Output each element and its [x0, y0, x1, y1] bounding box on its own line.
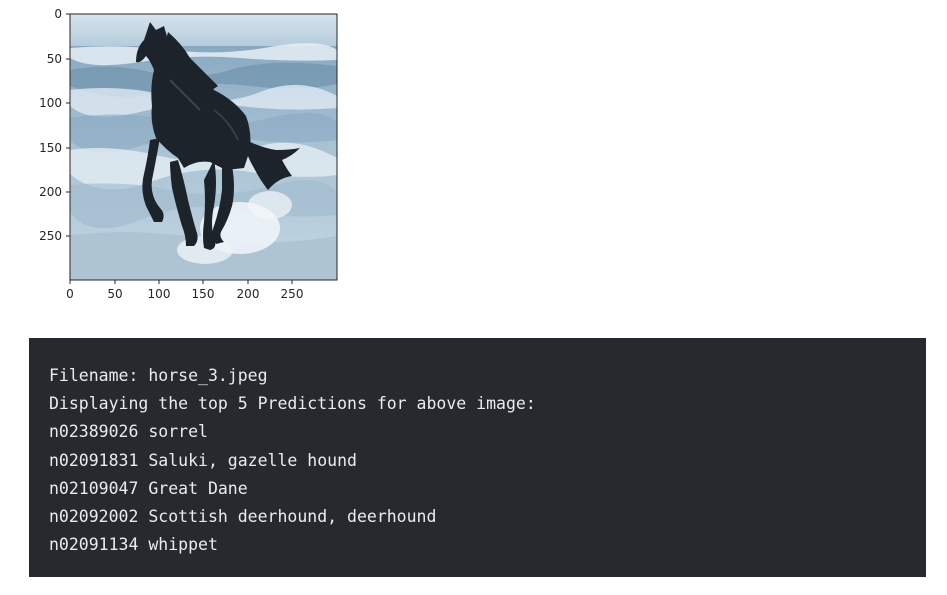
prediction-line: n02109047 Great Dane — [49, 478, 248, 498]
x-axis: 0 50 100 150 200 250 — [66, 280, 303, 301]
xtick-label: 250 — [281, 287, 304, 301]
horse-image — [70, 14, 337, 280]
xtick-label: 200 — [237, 287, 260, 301]
ytick-label: 200 — [39, 185, 62, 199]
ytick-label: 0 — [54, 7, 62, 21]
xtick-label: 50 — [107, 287, 122, 301]
y-axis: 0 50 100 150 200 250 — [39, 7, 70, 243]
ytick-label: 150 — [39, 141, 62, 155]
xtick-label: 0 — [66, 287, 74, 301]
prediction-line: n02091134 whippet — [49, 535, 218, 555]
ytick-label: 50 — [47, 52, 62, 66]
prediction-line: n02091831 Saluki, gazelle hound — [49, 450, 357, 470]
stdout-block: Filename: horse_3.jpeg Displaying the to… — [29, 338, 926, 577]
xtick-label: 100 — [148, 287, 171, 301]
xtick-label: 150 — [192, 287, 215, 301]
matplotlib-figure: 0 50 100 150 200 250 0 50 100 150 200 25… — [0, 0, 360, 315]
filename-line: Filename: horse_3.jpeg — [49, 366, 268, 385]
predictions-heading: Displaying the top 5 Predictions for abo… — [49, 394, 536, 414]
prediction-line: n02092002 Scottish deerhound, deerhound — [49, 507, 437, 527]
prediction-line: n02389026 sorrel — [49, 422, 208, 442]
ytick-label: 100 — [39, 96, 62, 110]
ytick-label: 250 — [39, 229, 62, 243]
notebook-cell-output: 0 50 100 150 200 250 0 50 100 150 200 25… — [0, 0, 947, 595]
